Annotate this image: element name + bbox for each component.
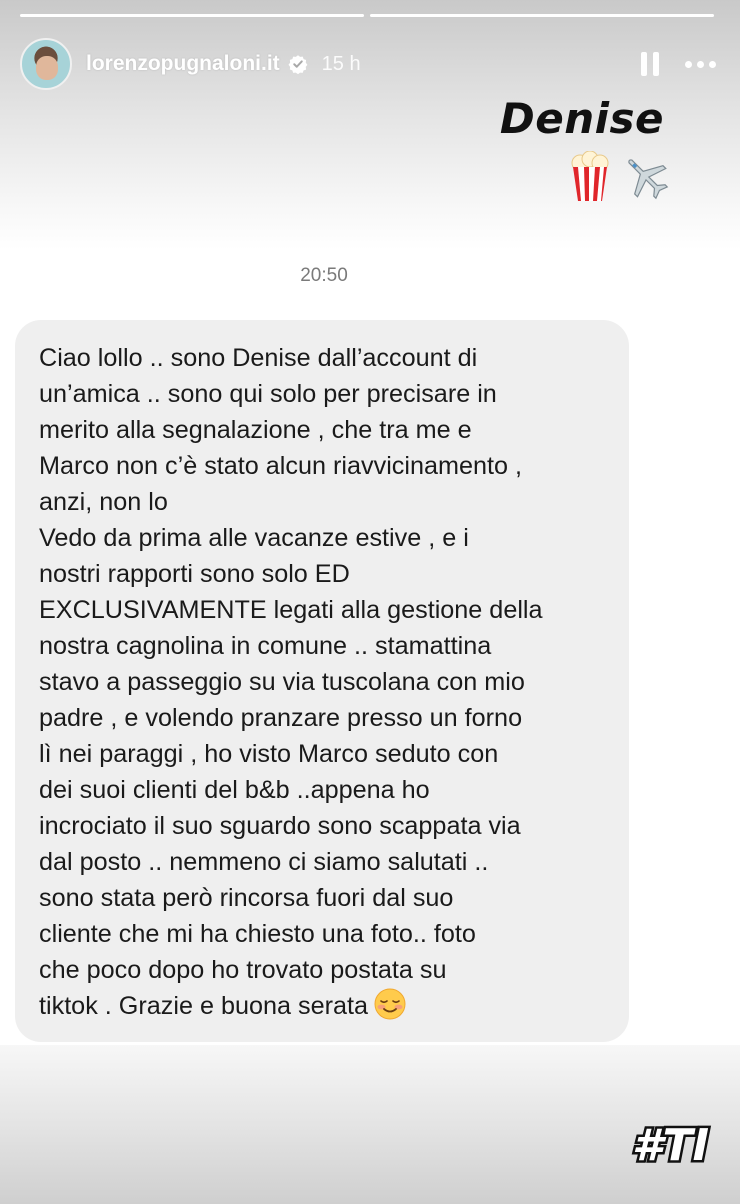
message-timestamp: 20:50 bbox=[300, 265, 348, 286]
message-text: Ciao lollo .. sono Denise dall’account d… bbox=[39, 340, 605, 1024]
pause-icon[interactable] bbox=[641, 52, 659, 76]
more-options-icon[interactable] bbox=[685, 60, 716, 68]
watermark-logo: #TI bbox=[630, 1118, 712, 1170]
bottom-gradient bbox=[0, 1045, 740, 1204]
story-time-ago: 15 h bbox=[321, 52, 361, 75]
story-progress-bar bbox=[20, 14, 714, 18]
watermark-text: #TI bbox=[632, 1120, 709, 1170]
verified-badge-icon bbox=[288, 55, 308, 74]
progress-segment-1 bbox=[20, 14, 364, 17]
story-header: lorenzopugnaloni.it 15 h bbox=[20, 36, 716, 92]
smiling-face-emoji-icon bbox=[374, 988, 406, 1020]
story-title: Denise bbox=[499, 94, 664, 143]
message-body: Ciao lollo .. sono Denise dall’account d… bbox=[39, 344, 543, 1020]
progress-segment-2 bbox=[370, 14, 714, 17]
message-bubble[interactable]: Ciao lollo .. sono Denise dall’account d… bbox=[15, 320, 629, 1042]
airplane-icon bbox=[628, 159, 669, 200]
popcorn-icon bbox=[571, 151, 609, 201]
username[interactable]: lorenzopugnaloni.it bbox=[86, 52, 280, 76]
avatar[interactable] bbox=[20, 38, 72, 90]
story-emoji-sticker bbox=[568, 150, 672, 204]
